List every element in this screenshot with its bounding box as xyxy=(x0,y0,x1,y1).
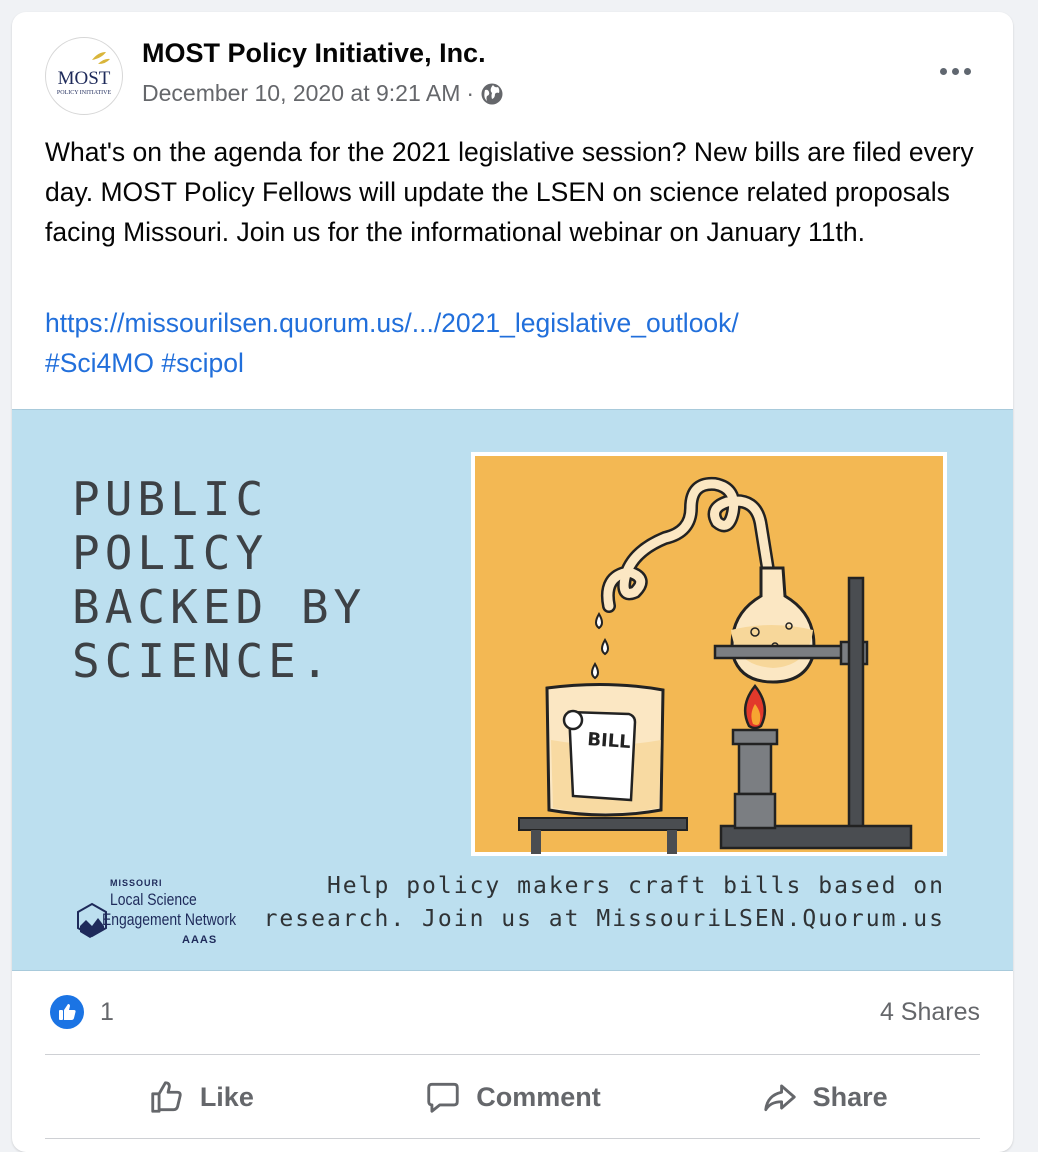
post-card: MOST POLICY INITIATIVE MOST Policy Initi… xyxy=(12,12,1013,1152)
burner-body xyxy=(737,738,773,796)
drop xyxy=(601,638,609,656)
image-caption: Help policy makers craft bills based on … xyxy=(264,870,945,936)
more-dot-icon xyxy=(963,67,971,75)
share-button[interactable]: Share xyxy=(668,1057,980,1137)
share-label: Share xyxy=(812,1081,888,1112)
post-body-text: What's on the agenda for the 2021 legisl… xyxy=(45,137,974,247)
burner-top xyxy=(731,728,779,746)
image-headline: PUBLIC POLICY BACKED BY SCIENCE. xyxy=(72,472,366,688)
more-options-button[interactable] xyxy=(935,60,975,82)
thumbs-up-icon xyxy=(59,1004,76,1020)
stand-rod xyxy=(847,576,865,830)
hashtag-scipol[interactable]: #scipol xyxy=(161,348,244,378)
scroll-roll xyxy=(562,709,584,731)
headline-line: POLICY xyxy=(72,526,269,580)
hashtag-sci4mo[interactable]: #Sci4MO xyxy=(45,348,154,378)
post-image[interactable]: PUBLIC POLICY BACKED BY SCIENCE. BILL He… xyxy=(12,409,1013,971)
caption-line-2: research. Join us at MissouriLSEN.Quorum… xyxy=(263,906,945,932)
comment-label: Comment xyxy=(476,1081,601,1112)
headline-line: BACKED BY xyxy=(72,580,367,634)
drop xyxy=(595,612,603,630)
lsen-logo: MISSOURI Local Science Engagement Networ… xyxy=(72,872,252,952)
table-leg xyxy=(531,830,541,854)
hexagon-icon xyxy=(77,902,107,938)
divider xyxy=(45,1138,980,1139)
reactions-bar: 1 4 Shares xyxy=(12,972,1013,1062)
stand-base xyxy=(719,824,913,850)
caption-line-1: Help policy makers craft bills based on xyxy=(326,873,945,899)
lab-illustration: BILL xyxy=(471,452,947,856)
thumbs-up-outline-icon xyxy=(151,1081,182,1113)
logo-sub-text: POLICY INITIATIVE xyxy=(57,90,112,96)
like-count[interactable]: 1 xyxy=(100,998,114,1027)
clamp-arm xyxy=(713,644,857,660)
page-name[interactable]: MOST Policy Initiative, Inc. xyxy=(142,38,486,69)
headline-line: PUBLIC xyxy=(72,472,269,526)
table-top xyxy=(518,817,688,831)
burner-base xyxy=(733,792,777,830)
logo-main-text: MOST xyxy=(58,68,111,89)
share-arrow-icon xyxy=(763,1084,796,1112)
post-timestamp[interactable]: December 10, 2020 at 9:21 AM xyxy=(142,80,460,107)
more-dot-icon xyxy=(951,67,959,75)
shares-count[interactable]: 4 Shares xyxy=(880,998,980,1027)
lsen-line-2: Engagement Network xyxy=(102,910,237,929)
comment-icon xyxy=(427,1082,459,1113)
more-dot-icon xyxy=(939,67,947,75)
headline-line: SCIENCE. xyxy=(72,634,334,688)
post-hashtags: #Sci4MO #scipol xyxy=(45,348,244,379)
meta-separator: · xyxy=(466,80,475,106)
post-link[interactable]: https://missourilsen.quorum.us/.../2021_… xyxy=(45,308,739,339)
divider xyxy=(45,1054,980,1055)
like-reaction-icon[interactable] xyxy=(50,995,84,1029)
post-header: MOST POLICY INITIATIVE MOST Policy Initi… xyxy=(12,12,1013,132)
globe-icon[interactable] xyxy=(480,82,504,106)
action-bar: Like Comment Share xyxy=(45,1057,980,1137)
page-avatar[interactable]: MOST POLICY INITIATIVE xyxy=(45,37,123,115)
table-leg xyxy=(667,830,677,854)
post-meta: December 10, 2020 at 9:21 AM · xyxy=(142,80,504,107)
aaas-logo: AAAS xyxy=(182,934,218,946)
lsen-line-1: Local Science xyxy=(110,890,197,909)
most-logo: MOST POLICY INITIATIVE xyxy=(57,52,112,96)
like-button[interactable]: Like xyxy=(45,1057,357,1137)
like-label: Like xyxy=(199,1081,254,1112)
lsen-state: MISSOURI xyxy=(110,878,163,888)
comment-button[interactable]: Comment xyxy=(357,1057,669,1137)
bill-label: BILL xyxy=(587,729,632,753)
drop xyxy=(591,662,599,680)
